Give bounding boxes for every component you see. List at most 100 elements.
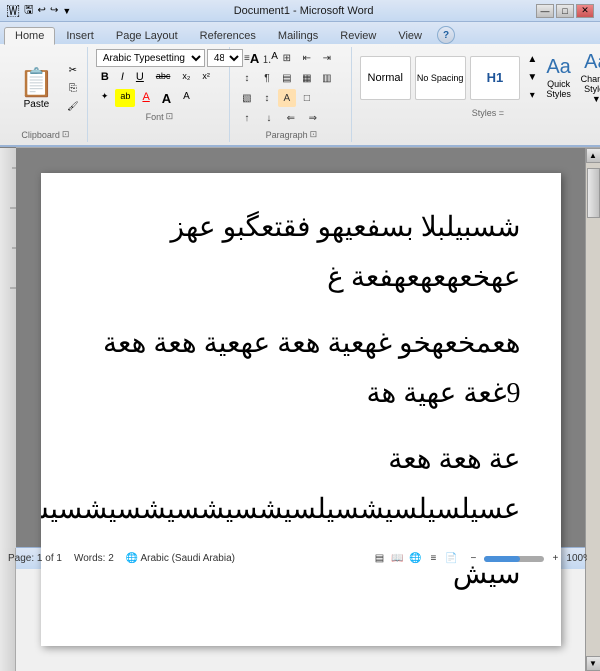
font-expand-icon[interactable]: ⊡	[166, 111, 174, 122]
italic-button[interactable]: I	[116, 69, 129, 87]
rtl-button[interactable]: ⇐	[282, 109, 300, 127]
arabic-line-3: عة هعة هعة عسيلسيلسيشسيلسيشسيشسيشسيشسيش	[81, 435, 521, 536]
subscript-button[interactable]: x₂	[177, 69, 195, 87]
help-button[interactable]: ?	[437, 26, 455, 44]
tab-insert[interactable]: Insert	[55, 27, 105, 44]
clipboard-side: ✂ ⎘ 🖌	[65, 62, 81, 114]
vertical-scrollbar[interactable]: ▲ ▼	[585, 148, 600, 671]
font-size-down[interactable]: A	[178, 89, 195, 107]
para-space-down[interactable]: ↓	[260, 109, 278, 127]
tab-mailings[interactable]: Mailings	[267, 27, 329, 44]
strikethrough-button[interactable]: abc	[151, 69, 176, 87]
font-color-row: ✦ ab A A A	[96, 89, 223, 107]
increase-indent-button[interactable]: ⇥	[318, 49, 336, 67]
outline-button[interactable]: ≡	[425, 551, 441, 567]
copy-button[interactable]: ⎘	[65, 80, 81, 96]
clipboard-expand-icon[interactable]: ⊡	[62, 129, 70, 140]
numbering-button[interactable]: ⒈	[258, 49, 276, 67]
styles-more[interactable]: ▾	[524, 88, 540, 104]
decrease-indent-button[interactable]: ⇤	[298, 49, 316, 67]
styles-scroll-up[interactable]: ▲	[524, 52, 540, 68]
align-center-button[interactable]: ▦	[298, 69, 316, 87]
arabic-line-1: شسبيلبلا بسفعيهو فقتعگبو عهز عهخعهعهعهفع…	[81, 203, 521, 304]
align-right-button[interactable]: ▥	[318, 69, 336, 87]
maximize-button[interactable]: □	[556, 4, 574, 18]
title-bar-left: 🇼 🖫 ↩ ↪ ▼	[6, 1, 71, 20]
vertical-ruler	[0, 148, 16, 671]
bold-button[interactable]: B	[96, 69, 114, 87]
paragraph-expand-icon[interactable]: ⊡	[310, 129, 318, 140]
align-left-button[interactable]: ▤	[278, 69, 296, 87]
scroll-up-button[interactable]: ▲	[586, 148, 600, 163]
zoom-out-button[interactable]: −	[465, 551, 481, 567]
undo-icon[interactable]: ↩	[38, 5, 46, 16]
page-viewport[interactable]: شسبيلبلا بسفعيهو فقتعگبو عهز عهخعهعهعهفع…	[16, 148, 585, 671]
v-ruler-marks	[0, 148, 16, 548]
scroll-down-button[interactable]: ▼	[586, 656, 600, 671]
tab-page-layout[interactable]: Page Layout	[105, 27, 189, 44]
para-row1: ≡ ⒈ ⊞ ⇤ ⇥ ↕ ¶ ▤ ▦ ▥ ▧ ↕ A □	[238, 49, 345, 107]
scroll-track[interactable]	[587, 163, 600, 656]
font-name-row: Arabic Typesetting 48 A A	[96, 49, 223, 67]
style-no-spacing[interactable]: No Spacing	[415, 56, 466, 100]
status-left: Page: 1 of 1 Words: 2 🌐 Arabic (Saudi Ar…	[8, 553, 235, 564]
quick-styles-button[interactable]: Aa QuickStyles	[544, 54, 573, 101]
style-heading1[interactable]: H1	[470, 56, 521, 100]
border-button[interactable]: □	[298, 89, 316, 107]
draft-button[interactable]: 📄	[443, 551, 459, 567]
font-family-select[interactable]: Arabic Typesetting	[96, 49, 205, 67]
zoom-slider[interactable]	[484, 556, 544, 562]
style-normal[interactable]: Normal	[360, 56, 411, 100]
arabic-line-2: هعمخعهخو غهعية هعة عهعية هعة هعة 9غعة عه…	[81, 319, 521, 420]
underline-button[interactable]: U	[131, 69, 149, 87]
tab-references[interactable]: References	[189, 27, 267, 44]
print-layout-button[interactable]: ▤	[371, 551, 387, 567]
text-highlight-button[interactable]: ab	[115, 89, 135, 107]
quick-save-icon[interactable]: 🖫	[24, 1, 33, 20]
web-layout-button[interactable]: 🌐	[407, 551, 423, 567]
customize-icon[interactable]: ▼	[62, 6, 71, 16]
tab-home[interactable]: Home	[4, 27, 55, 45]
line-spacing-button[interactable]: ↕	[258, 89, 276, 107]
page-info: Page: 1 of 1	[8, 553, 62, 564]
document-page[interactable]: شسبيلبلا بسفعيهو فقتعگبو عهز عهخعهعهعهفع…	[41, 173, 561, 646]
tab-review[interactable]: Review	[329, 27, 387, 44]
word-icon: 🇼	[6, 2, 20, 20]
close-button[interactable]: ✕	[576, 4, 594, 18]
document-area: 1 2 3 4 شسبيلبلا بسفعيهو فقتعگبو عهز عهخ…	[0, 147, 600, 547]
styles-content: Normal No Spacing H1 ▲ ▼ ▾ Aa QuickStyle…	[360, 49, 600, 106]
clear-format-button[interactable]: ✦	[96, 89, 114, 107]
minimize-button[interactable]: —	[536, 4, 554, 18]
scroll-thumb[interactable]	[587, 168, 600, 218]
zoom-in-button[interactable]: +	[547, 551, 563, 567]
change-styles-button[interactable]: Aa ChangeStyles ▼	[577, 49, 600, 106]
styles-scroll-down[interactable]: ▼	[524, 70, 540, 86]
sort-button[interactable]: ↕	[238, 69, 256, 87]
font-color-button[interactable]: A	[137, 89, 154, 107]
justify-button[interactable]: ▧	[238, 89, 256, 107]
language-indicator[interactable]: 🌐 Arabic (Saudi Arabia)	[126, 553, 235, 564]
zoom-control: − + 100%	[465, 551, 592, 567]
bullets-button[interactable]: ≡	[238, 49, 256, 67]
tab-view[interactable]: View	[387, 27, 433, 44]
window-title: Document1 - Microsoft Word	[71, 5, 536, 17]
cut-button[interactable]: ✂	[65, 62, 81, 78]
font-label: Font ⊡	[146, 111, 174, 122]
clipboard-group: 📋 Paste ✂ ⎘ 🖌 Clipboard ⊡	[4, 47, 88, 142]
multilevel-button[interactable]: ⊞	[278, 49, 296, 67]
window-controls: — □ ✕	[536, 4, 594, 18]
show-marks-button[interactable]: ¶	[258, 69, 276, 87]
para-space-up[interactable]: ↑	[238, 109, 256, 127]
shading-button[interactable]: A	[278, 89, 296, 107]
quick-styles-label: QuickStyles	[546, 79, 571, 99]
paste-label: Paste	[24, 99, 50, 110]
font-size-up[interactable]: A	[157, 89, 176, 107]
full-reading-button[interactable]: 📖	[389, 551, 405, 567]
superscript-button[interactable]: x²	[197, 69, 215, 87]
redo-icon[interactable]: ↪	[50, 5, 58, 16]
ltr-button[interactable]: ⇒	[304, 109, 322, 127]
paste-button[interactable]: 📋 Paste	[10, 63, 63, 113]
format-painter-button[interactable]: 🖌	[65, 98, 81, 114]
paragraph-content: ≡ ⒈ ⊞ ⇤ ⇥ ↕ ¶ ▤ ▦ ▥ ▧ ↕ A □ ↑ ↓ ⇐ ⇒	[238, 49, 345, 127]
view-buttons: ▤ 📖 🌐 ≡ 📄	[371, 551, 459, 567]
